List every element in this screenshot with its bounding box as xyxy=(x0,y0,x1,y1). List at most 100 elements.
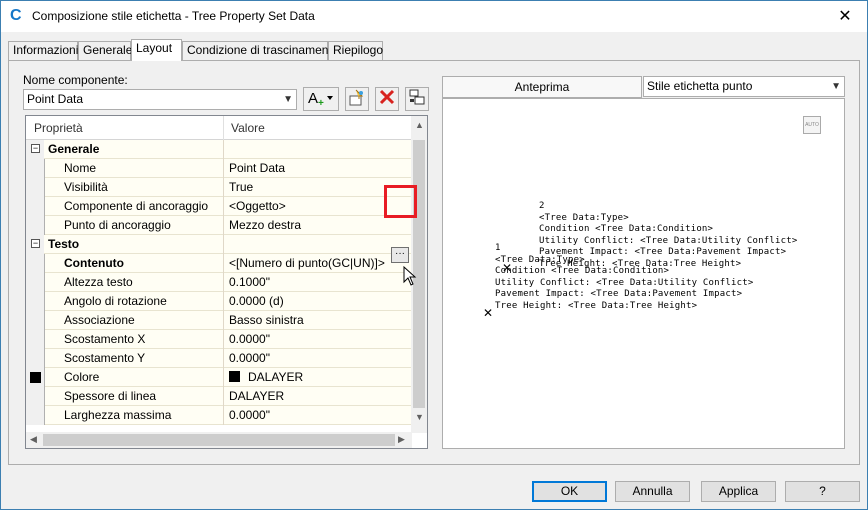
column-header-value: Valore xyxy=(231,121,265,135)
column-header-property: Proprietà xyxy=(34,121,83,135)
help-button[interactable]: ? xyxy=(785,481,860,502)
apply-button[interactable]: Applica xyxy=(701,481,776,502)
scroll-right-icon[interactable]: ▶ xyxy=(398,434,405,445)
property-value[interactable]: 0.1000" xyxy=(229,275,270,289)
property-row[interactable]: Colore DALAYER xyxy=(26,368,412,387)
property-category-row[interactable]: − Testo xyxy=(26,235,412,254)
tab-informazioni[interactable]: Informazioni xyxy=(8,41,78,60)
property-grid-body: − Generale Nome Point Data Visibilità True Com… xyxy=(26,140,412,433)
scroll-left-icon[interactable]: ◀ xyxy=(30,434,37,445)
property-value[interactable]: Point Data xyxy=(229,161,285,175)
property-row[interactable]: Scostamento X 0.0000" xyxy=(26,330,412,349)
property-grid-header: Proprietà Valore xyxy=(26,116,412,140)
content-ellipsis-button[interactable]: ··· xyxy=(391,247,409,263)
property-value[interactable]: <[Numero di punto(GC|UN)]> xyxy=(229,256,385,270)
property-name: Associazione xyxy=(64,313,135,327)
preview-label-line: 1 xyxy=(495,243,501,253)
property-value[interactable]: Mezzo destra xyxy=(229,218,301,232)
property-row[interactable]: Larghezza massima 0.0000" xyxy=(26,406,412,425)
draw-order-icon xyxy=(409,89,425,105)
title-bar: C Composizione stile etichetta - Tree Pr… xyxy=(1,1,867,32)
property-name: Punto di ancoraggio xyxy=(64,218,171,232)
preview-label-line: <Tree Data:Type> xyxy=(539,212,629,223)
mouse-cursor-icon xyxy=(403,266,417,286)
ok-button[interactable]: OK xyxy=(532,481,607,502)
layout-tab-panel: Nome componente: Point Data ▼ A + Propri… xyxy=(8,60,860,465)
tab-riepilogo[interactable]: Riepilogo xyxy=(328,41,383,60)
preview-canvas[interactable]: AUTO 2 <Tree Data:Type> Condition <Tree Da… xyxy=(442,98,845,449)
property-name: Colore xyxy=(64,370,100,384)
tab-layout[interactable]: Layout xyxy=(131,39,182,61)
tab-condizione-trascinamento[interactable]: Condizione di trascinamento xyxy=(182,41,338,60)
zoom-extents-icon[interactable]: AUTO xyxy=(803,116,821,134)
property-row[interactable]: Spessore di linea DALAYER xyxy=(26,387,412,406)
property-name: Generale xyxy=(48,142,100,156)
property-grid: Proprietà Valore − Generale Nome Point Data… xyxy=(25,115,428,449)
chevron-down-icon: ▼ xyxy=(283,94,293,105)
property-row[interactable]: Componente di ancoraggio <Oggetto> xyxy=(26,197,412,216)
dialog-window: C Composizione stile etichetta - Tree Pr… xyxy=(0,0,868,510)
property-value[interactable]: DALAYER xyxy=(229,389,284,403)
property-value[interactable]: 0.0000" xyxy=(229,351,270,365)
property-name: Scostamento Y xyxy=(64,351,146,365)
svg-text:+: + xyxy=(318,98,324,108)
property-row[interactable]: Altezza testo 0.1000" xyxy=(26,273,412,292)
property-value[interactable]: Basso sinistra xyxy=(229,313,304,327)
preview-label-line: Tree Height: <Tree Data:Tree Height> xyxy=(495,300,698,311)
property-value[interactable]: 0.0000" xyxy=(229,332,270,346)
property-row[interactable]: Scostamento Y 0.0000" xyxy=(26,349,412,368)
svg-text:A: A xyxy=(308,90,318,107)
property-row[interactable]: Angolo di rotazione 0.0000 (d) xyxy=(26,292,412,311)
property-row[interactable]: Nome Point Data xyxy=(26,159,412,178)
property-name: Nome xyxy=(64,161,97,175)
preview-label-line: Utility Conflict: <Tree Data:Utility Con… xyxy=(539,235,798,246)
property-value[interactable]: True xyxy=(229,180,253,194)
scroll-down-icon[interactable]: ▼ xyxy=(415,412,424,422)
preview-style-select[interactable]: Stile etichetta punto ▼ xyxy=(643,76,845,97)
preview-tab[interactable]: Anteprima xyxy=(442,76,642,98)
property-row[interactable]: Contenuto <[Numero di punto(GC|UN)]> xyxy=(26,254,412,273)
component-name-value: Point Data xyxy=(27,92,84,106)
component-name-select[interactable]: Point Data ▼ xyxy=(23,89,297,110)
delete-component-button[interactable] xyxy=(375,87,399,111)
property-category-row[interactable]: − Generale xyxy=(26,140,412,159)
property-name: Angolo di rotazione xyxy=(64,294,167,308)
create-text-component-button[interactable]: A + xyxy=(303,87,339,111)
horizontal-scroll-thumb[interactable] xyxy=(43,434,395,446)
property-row[interactable]: Associazione Basso sinistra xyxy=(26,311,412,330)
horizontal-scrollbar[interactable]: ◀ ▶ xyxy=(26,432,412,448)
property-name: Larghezza massima xyxy=(64,408,172,422)
preview-label-line: Utility Conflict: <Tree Data:Utility Con… xyxy=(495,277,754,288)
property-value-text: DALAYER xyxy=(248,370,304,384)
collapse-icon[interactable]: − xyxy=(31,239,40,248)
copy-component-button[interactable] xyxy=(345,87,369,111)
scroll-up-icon[interactable]: ▲ xyxy=(415,120,424,130)
property-name: Componente di ancoraggio xyxy=(64,199,209,213)
property-row[interactable]: Punto di ancoraggio Mezzo destra xyxy=(26,216,412,235)
property-name: Visibilità xyxy=(64,180,108,194)
tab-generale[interactable]: Generale xyxy=(78,41,132,60)
preview-label-line: Condition <Tree Data:Condition> xyxy=(495,266,670,276)
property-name: Spessore di linea xyxy=(64,389,157,403)
draw-order-button[interactable] xyxy=(405,87,429,111)
property-value[interactable]: 0.0000 (d) xyxy=(229,294,284,308)
preview-label-line: Pavement Impact: <Tree Data:Pavement Imp… xyxy=(495,289,743,299)
text-add-icon: A + xyxy=(308,90,333,109)
property-name: Scostamento X xyxy=(64,332,146,346)
close-icon[interactable]: ✕ xyxy=(823,1,867,32)
property-name: Altezza testo xyxy=(64,275,133,289)
property-name: Testo xyxy=(48,237,80,251)
property-name: Contenuto xyxy=(64,256,124,270)
point-marker-2-icon: ✕ xyxy=(502,261,513,275)
property-row[interactable]: Visibilità True xyxy=(26,178,412,197)
property-value[interactable]: 0.0000" xyxy=(229,408,270,422)
collapse-icon[interactable]: − xyxy=(31,144,40,153)
property-value[interactable]: DALAYER xyxy=(30,370,304,384)
property-value[interactable]: <Oggetto> xyxy=(229,199,286,213)
chevron-down-icon: ▼ xyxy=(831,81,841,92)
copy-component-icon xyxy=(349,89,364,106)
cancel-button[interactable]: Annulla xyxy=(615,481,690,502)
civil3d-app-icon: C xyxy=(10,7,22,24)
preview-label-line: Condition <Tree Data:Condition> xyxy=(539,224,714,234)
component-name-label: Nome componente: xyxy=(23,73,128,87)
